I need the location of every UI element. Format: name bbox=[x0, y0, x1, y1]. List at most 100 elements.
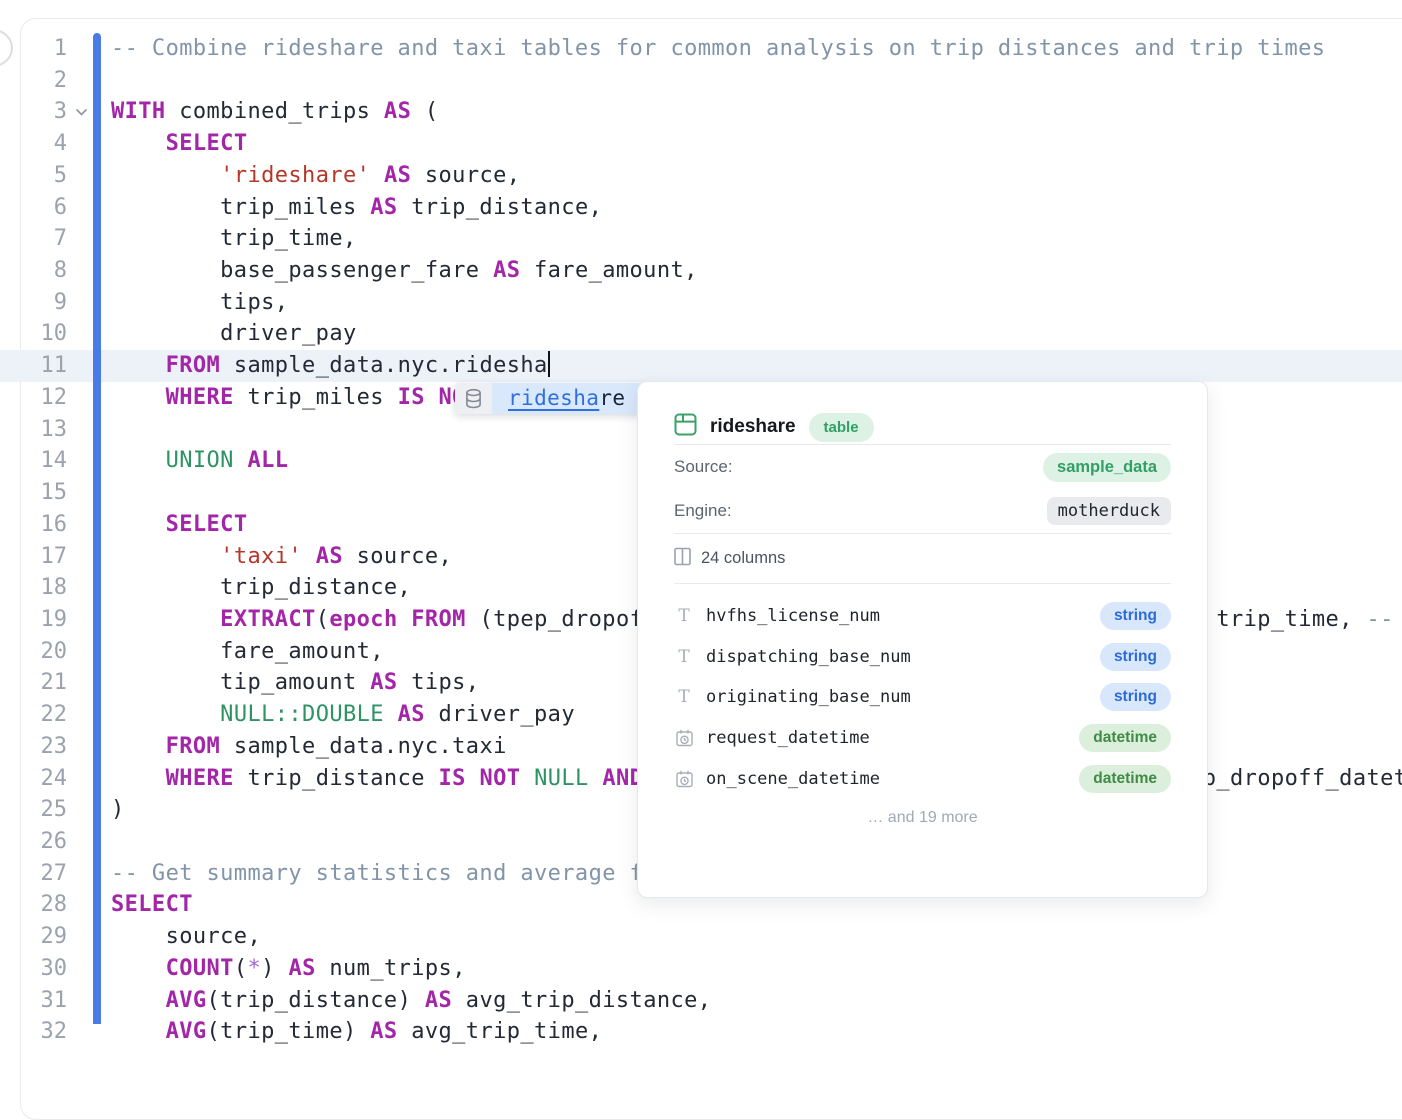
code-line[interactable]: 10 driver_pay bbox=[0, 318, 1402, 350]
line-number: 1 bbox=[0, 33, 67, 65]
code-text: UNION ALL bbox=[111, 445, 288, 477]
line-number: 11 bbox=[0, 350, 67, 382]
line-number: 31 bbox=[0, 985, 67, 1017]
source-badge: sample_data bbox=[1043, 453, 1171, 482]
line-number: 10 bbox=[0, 318, 67, 350]
fold-chevron-icon[interactable] bbox=[72, 96, 90, 128]
active-cell-indicator bbox=[93, 33, 101, 1024]
datetime-type-icon bbox=[674, 770, 694, 788]
table-icon bbox=[674, 413, 697, 441]
code-line[interactable]: 3WITH combined_trips AS ( bbox=[0, 96, 1402, 128]
column-name: dispatching_base_num bbox=[706, 647, 1100, 667]
code-line[interactable]: 2 bbox=[0, 65, 1402, 97]
line-number: 17 bbox=[0, 541, 67, 573]
code-line[interactable]: 5 'rideshare' AS source, bbox=[0, 160, 1402, 192]
code-line[interactable]: 7 trip_time, bbox=[0, 223, 1402, 255]
code-text: FROM sample_data.nyc.taxi bbox=[111, 731, 507, 763]
line-number: 19 bbox=[0, 604, 67, 636]
line-number: 2 bbox=[0, 65, 67, 97]
code-line[interactable]: 4 SELECT bbox=[0, 128, 1402, 160]
popup-title: rideshare bbox=[710, 416, 796, 438]
code-text: NULL::DOUBLE AS driver_pay bbox=[111, 699, 575, 731]
code-text: SELECT bbox=[111, 509, 247, 541]
column-name: request_datetime bbox=[706, 728, 1079, 748]
code-text: source, bbox=[111, 921, 261, 953]
more-columns-label: … and 19 more bbox=[674, 809, 1171, 827]
line-number: 27 bbox=[0, 858, 67, 890]
line-number: 28 bbox=[0, 889, 67, 921]
autocomplete-match-text: ridesha bbox=[508, 383, 599, 414]
code-line[interactable]: 8 base_passenger_fare AS fare_amount, bbox=[0, 255, 1402, 287]
line-number: 9 bbox=[0, 287, 67, 319]
line-number: 29 bbox=[0, 921, 67, 953]
code-line[interactable]: 6 trip_miles AS trip_distance, bbox=[0, 192, 1402, 224]
popup-kv-row: Engine: motherduck bbox=[674, 489, 1171, 533]
kv-label: Engine: bbox=[674, 501, 732, 521]
database-icon bbox=[455, 383, 492, 414]
code-text: base_passenger_fare AS fare_amount, bbox=[111, 255, 698, 287]
code-text: driver_pay bbox=[111, 318, 357, 350]
line-number: 6 bbox=[0, 192, 67, 224]
line-number: 13 bbox=[0, 414, 67, 446]
column-row: Thvfhs_license_numstring bbox=[674, 596, 1171, 637]
string-type-badge: string bbox=[1100, 683, 1171, 711]
text-type-icon: T bbox=[674, 647, 694, 667]
column-name: hvfhs_license_num bbox=[706, 606, 1100, 626]
column-row: Toriginating_base_numstring bbox=[674, 677, 1171, 718]
column-name: on_scene_datetime bbox=[706, 769, 1079, 789]
line-number: 21 bbox=[0, 667, 67, 699]
columns-count-label: 24 columns bbox=[701, 549, 785, 568]
column-row: request_datetimedatetime bbox=[674, 718, 1171, 759]
line-number: 4 bbox=[0, 128, 67, 160]
code-text: 'taxi' AS source, bbox=[111, 541, 452, 573]
line-number: 32 bbox=[0, 1016, 67, 1048]
column-row: Tdispatching_base_numstring bbox=[674, 637, 1171, 678]
line-number: 16 bbox=[0, 509, 67, 541]
line-number: 30 bbox=[0, 953, 67, 985]
code-text: AVG(trip_time) AS avg_trip_time, bbox=[111, 1016, 602, 1048]
line-number: 24 bbox=[0, 763, 67, 795]
text-cursor bbox=[548, 351, 550, 377]
columns-icon bbox=[674, 547, 691, 571]
code-line[interactable]: 9 tips, bbox=[0, 287, 1402, 319]
popup-kv-rows: Source: sample_data Engine: motherduck bbox=[674, 445, 1171, 533]
datetime-type-badge: datetime bbox=[1079, 724, 1171, 752]
code-line[interactable]: 32 AVG(trip_time) AS avg_trip_time, bbox=[0, 1016, 1402, 1048]
code-text: SELECT bbox=[111, 889, 193, 921]
column-name: originating_base_num bbox=[706, 687, 1100, 707]
line-number: 14 bbox=[0, 445, 67, 477]
datetime-type-icon bbox=[674, 729, 694, 747]
code-text: WITH combined_trips AS ( bbox=[111, 96, 439, 128]
autocomplete-suggestion[interactable]: rideshare bbox=[492, 383, 643, 414]
code-line[interactable]: 31 AVG(trip_distance) AS avg_trip_distan… bbox=[0, 985, 1402, 1017]
columns-count-row: 24 columns bbox=[674, 534, 1171, 583]
text-type-icon: T bbox=[674, 687, 694, 707]
popup-kv-row: Source: sample_data bbox=[674, 445, 1171, 489]
autocomplete-rest-text: re bbox=[599, 383, 625, 414]
code-text: tip_amount AS tips, bbox=[111, 667, 479, 699]
code-text: fare_amount, bbox=[111, 636, 384, 668]
datetime-type-badge: datetime bbox=[1079, 765, 1171, 793]
kv-label: Source: bbox=[674, 457, 733, 477]
line-number: 5 bbox=[0, 160, 67, 192]
columns-list: Thvfhs_license_numstringTdispatching_bas… bbox=[674, 584, 1171, 799]
line-number: 12 bbox=[0, 382, 67, 414]
code-text: tips, bbox=[111, 287, 288, 319]
table-info-popup: rideshare table Source: sample_data Engine… bbox=[637, 381, 1208, 898]
code-line[interactable]: 29 source, bbox=[0, 921, 1402, 953]
string-type-badge: string bbox=[1100, 643, 1171, 671]
code-line[interactable]: 11 FROM sample_data.nyc.ridesha bbox=[0, 350, 1402, 382]
line-number: 22 bbox=[0, 699, 67, 731]
line-number: 18 bbox=[0, 572, 67, 604]
code-text: 'rideshare' AS source, bbox=[111, 160, 520, 192]
line-number: 25 bbox=[0, 794, 67, 826]
type-badge: table bbox=[809, 413, 874, 442]
line-number: 15 bbox=[0, 477, 67, 509]
engine-badge: motherduck bbox=[1047, 497, 1171, 525]
autocomplete-item[interactable]: rideshare bbox=[455, 383, 643, 414]
code-line[interactable]: 30 COUNT(*) AS num_trips, bbox=[0, 953, 1402, 985]
code-line[interactable]: 1 -- Combine rideshare and taxi tables fo… bbox=[0, 33, 1402, 65]
code-text: COUNT(*) AS num_trips, bbox=[111, 953, 466, 985]
code-text: -- Combine rideshare and taxi tables for… bbox=[111, 33, 1325, 65]
code-text: trip_miles AS trip_distance, bbox=[111, 192, 602, 224]
